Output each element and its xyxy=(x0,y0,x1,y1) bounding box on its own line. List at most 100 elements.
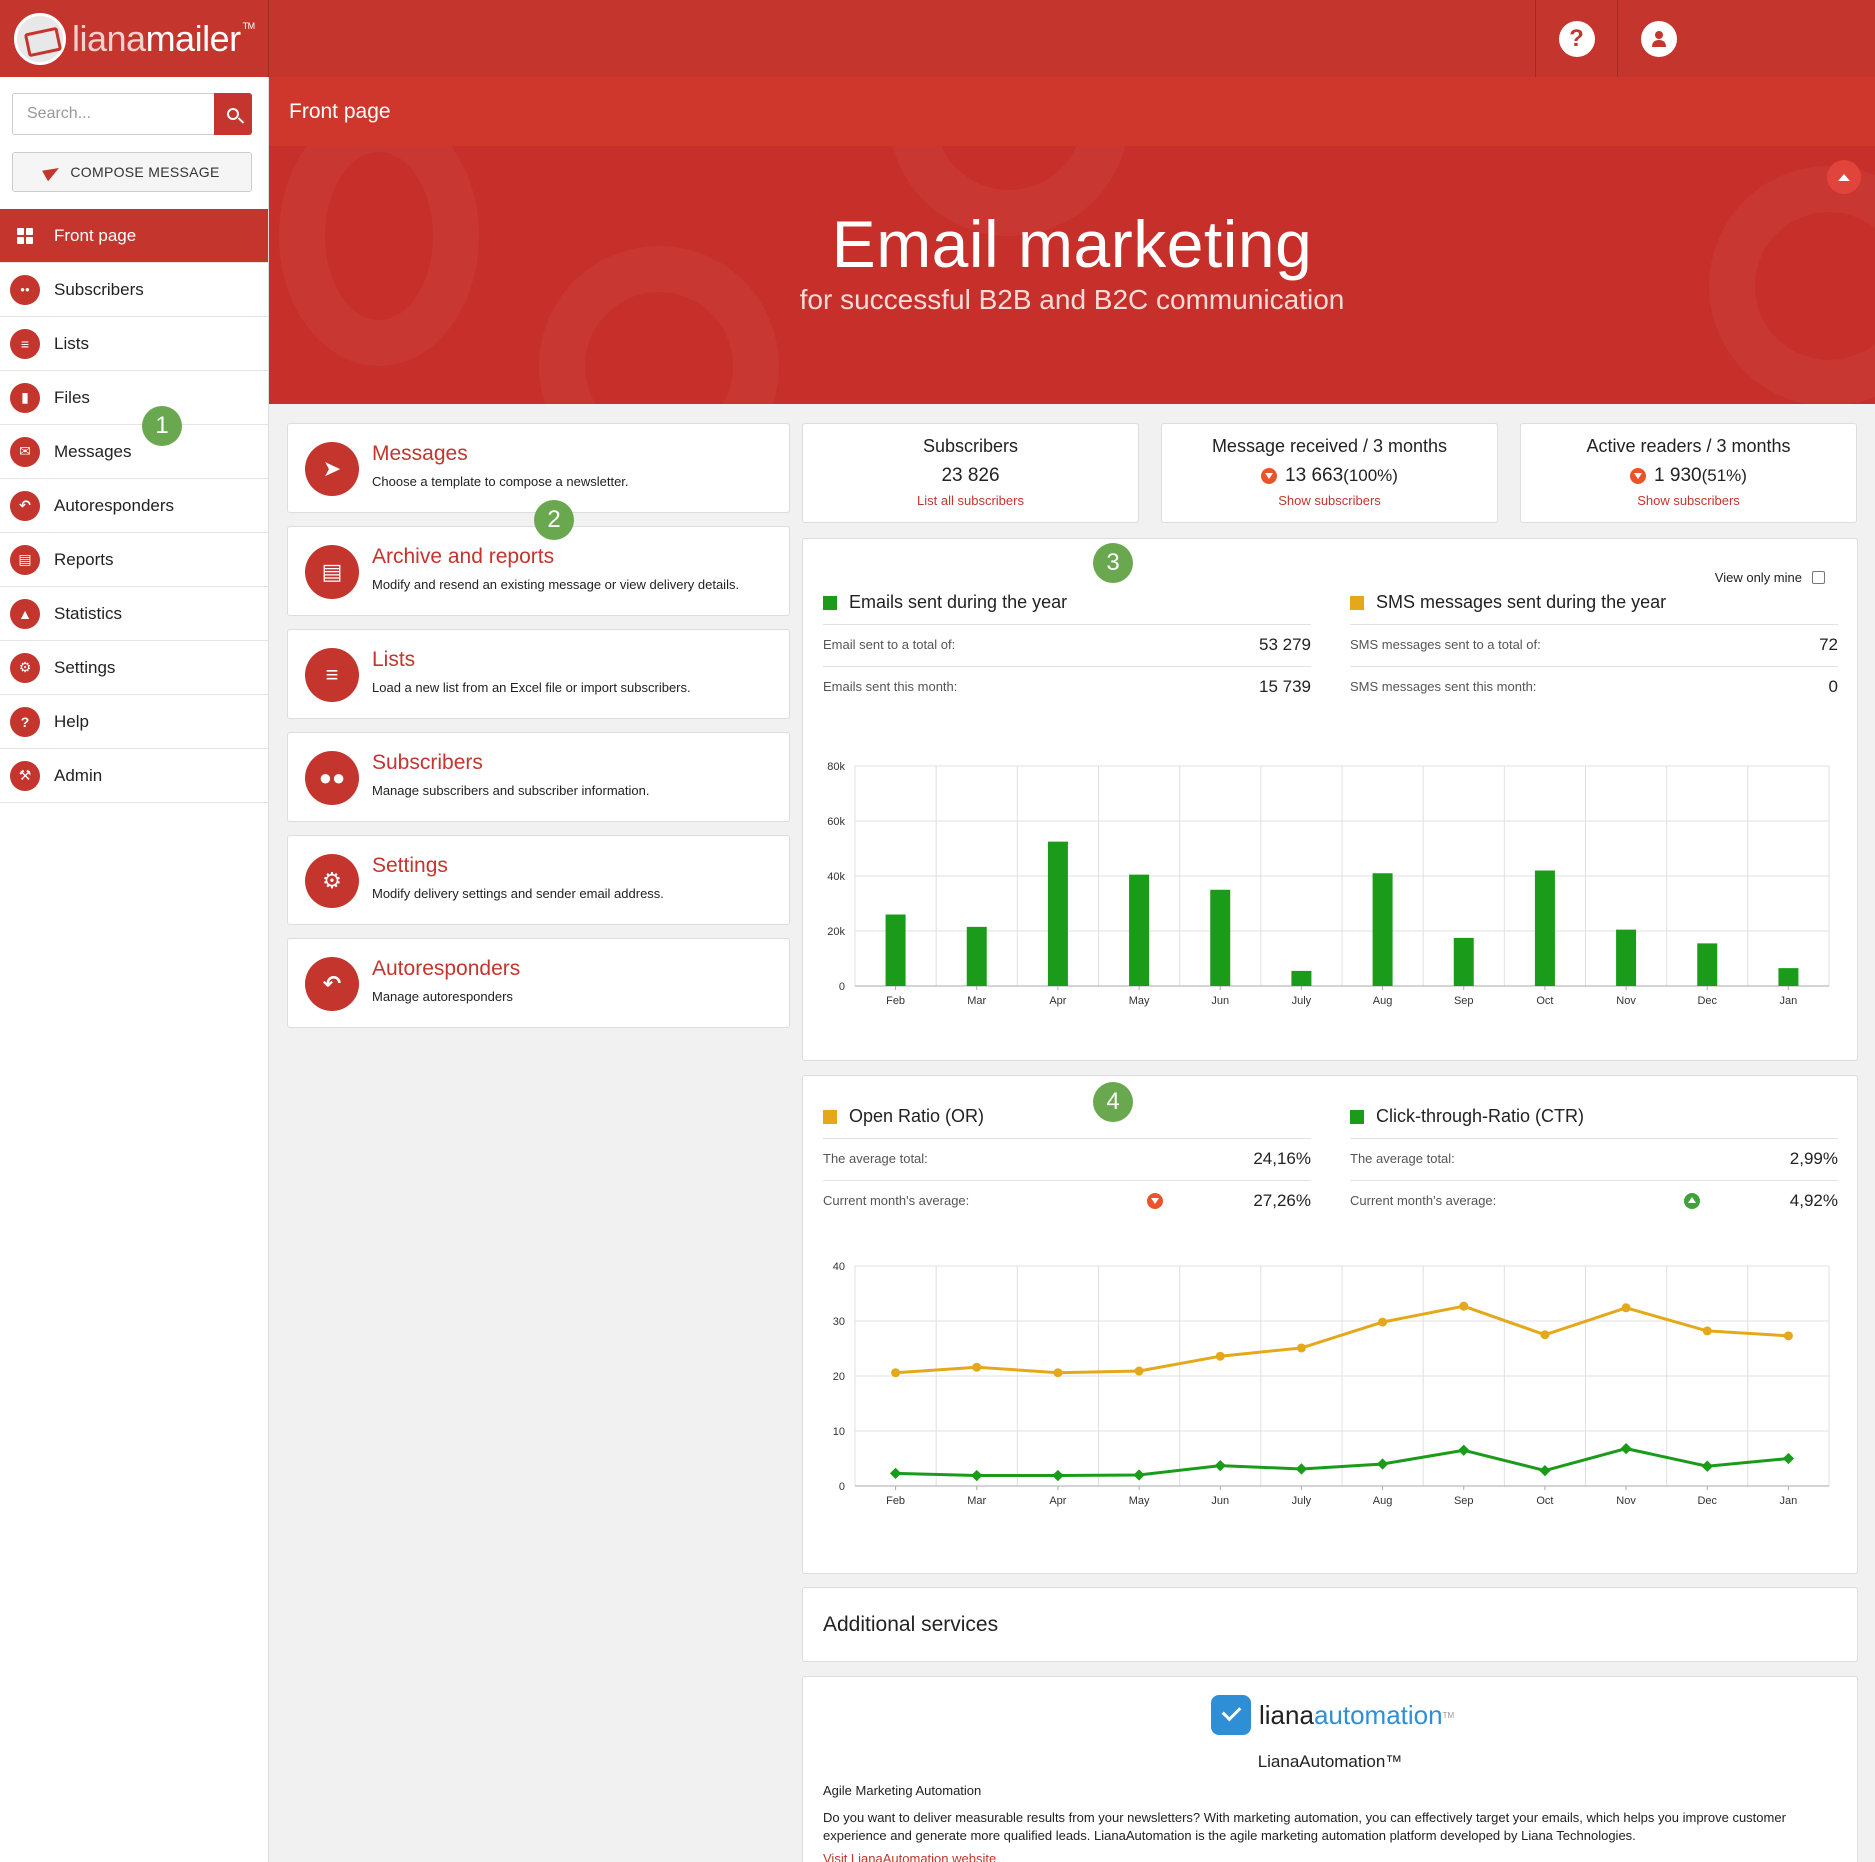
user-icon xyxy=(1640,20,1677,57)
sent-statistics-panel: View only mine Emails sent during the ye… xyxy=(802,538,1858,1061)
stat-link[interactable]: Show subscribers xyxy=(1162,493,1497,508)
sms-legend: SMS messages sent during the year xyxy=(1350,592,1666,613)
ctr-legend: Click-through-Ratio (CTR) xyxy=(1350,1106,1584,1127)
card-subscribers[interactable]: ●● Subscribers Manage subscribers and subs… xyxy=(287,732,790,822)
folder-icon: ▮ xyxy=(10,382,40,413)
sidebar-item-admin[interactable]: ⚒ Admin xyxy=(0,749,268,803)
ctr-point-nov xyxy=(1620,1442,1632,1455)
paper-plane-icon xyxy=(42,162,63,182)
sidebar-item-label: Messages xyxy=(54,441,132,461)
card-title[interactable]: Messages xyxy=(372,442,468,466)
compose-message-button[interactable]: COMPOSE MESSAGE xyxy=(12,152,252,192)
sidebar-item-messages[interactable]: ✉ Messages xyxy=(0,425,268,479)
card-autoresponders[interactable]: ↶ Autoresponders Manage autoresponders xyxy=(287,938,790,1028)
card-description: Modify and resend an existing message or… xyxy=(372,577,740,592)
ctr-average-row: The average total: 2,99% xyxy=(1350,1138,1838,1178)
lianaautomation-tagline: Agile Marketing Automation xyxy=(823,1783,982,1798)
ctr-month-row: Current month's average: 4,92% xyxy=(1350,1180,1838,1220)
sidebar-item-subscribers[interactable]: ●● Subscribers xyxy=(0,263,268,317)
view-only-mine-label: View only mine xyxy=(1714,570,1802,585)
x-tick-label: Jan xyxy=(1780,995,1798,1007)
sidebar-item-front-page[interactable]: Front page xyxy=(0,209,268,263)
x-tick-label: Dec xyxy=(1697,1495,1717,1507)
view-only-mine-checkbox[interactable] xyxy=(1812,571,1825,584)
x-tick-label: Aug xyxy=(1373,995,1393,1007)
view-only-mine-toggle[interactable]: View only mine xyxy=(1715,570,1825,585)
stat-value-row: 23 826 xyxy=(803,465,1138,487)
bar-aug xyxy=(1372,873,1393,986)
or-point-dec xyxy=(1702,1326,1712,1336)
trend-up-icon xyxy=(1683,1192,1700,1209)
x-tick-label: Jun xyxy=(1211,995,1229,1007)
sms-total-value: 72 xyxy=(1819,634,1838,654)
stat-link[interactable]: Show subscribers xyxy=(1521,493,1856,508)
hero-subtitle: for successful B2B and B2C communication xyxy=(799,284,1345,315)
card-title[interactable]: Lists xyxy=(372,648,415,672)
bar-july xyxy=(1291,970,1312,986)
search-button[interactable] xyxy=(214,93,252,135)
sidebar-item-files[interactable]: ▮ Files xyxy=(0,371,268,425)
bar-jan xyxy=(1778,968,1799,986)
step-badge-3: 3 xyxy=(1093,543,1133,583)
step-badge-1: 1 xyxy=(142,406,182,446)
emails-total-label: Email sent to a total of: xyxy=(823,637,956,652)
card-messages[interactable]: ➤ Messages Choose a template to compose a … xyxy=(287,423,790,513)
collapse-banner-button[interactable] xyxy=(1827,160,1861,194)
stat-value: 13 663 xyxy=(1285,465,1344,486)
card-lists[interactable]: ≡ Lists Load a new list from an Excel file… xyxy=(287,629,790,719)
x-tick-label: Nov xyxy=(1616,995,1636,1007)
ctr-point-mar xyxy=(971,1469,983,1482)
list-icon: ≡ xyxy=(305,648,359,702)
user-menu-button[interactable] xyxy=(1617,0,1699,77)
sidebar-item-statistics[interactable]: ▲ Statistics xyxy=(0,587,268,641)
sidebar-item-autoresponders[interactable]: ↶ Autoresponders xyxy=(0,479,268,533)
card-title[interactable]: Archive and reports xyxy=(372,545,554,569)
x-tick-label: May xyxy=(1129,995,1150,1007)
card-title[interactable]: Autoresponders xyxy=(372,957,520,981)
card-title[interactable]: Subscribers xyxy=(372,751,483,775)
visit-lianaautomation-link[interactable]: Visit LianaAutomation website xyxy=(823,1851,996,1862)
sms-legend-swatch xyxy=(1350,595,1364,610)
compose-label: COMPOSE MESSAGE xyxy=(70,164,220,180)
or-month-value: 27,26% xyxy=(1253,1190,1311,1210)
x-tick-label: May xyxy=(1129,1495,1150,1507)
stat-subscribers: Subscribers 23 826 List all subscribers xyxy=(802,423,1139,523)
card-settings[interactable]: ⚙ Settings Modify delivery settings and se… xyxy=(287,835,790,925)
stat-value: 23 826 xyxy=(941,465,1000,486)
or-month-cell: 27,26% xyxy=(1147,1191,1311,1211)
x-tick-label: Oct xyxy=(1536,1495,1553,1507)
sidebar-item-help[interactable]: ? Help xyxy=(0,695,268,749)
or-point-aug xyxy=(1378,1317,1388,1327)
lianaautomation-name: LianaAutomation™ xyxy=(1257,1752,1403,1771)
search-icon xyxy=(227,108,239,120)
paper-plane-icon: ➤ xyxy=(305,442,359,496)
ctr-title: Click-through-Ratio (CTR) xyxy=(1376,1106,1585,1126)
bar-sep xyxy=(1453,937,1474,986)
sidebar-item-reports[interactable]: ▤ Reports xyxy=(0,533,268,587)
card-archive-and-reports[interactable]: ▤ Archive and reports Modify and resend an… xyxy=(287,526,790,616)
y-tick-label: 40 xyxy=(833,1261,845,1273)
document-icon: ▤ xyxy=(305,545,359,599)
x-tick-label: July xyxy=(1292,1495,1312,1507)
x-tick-label: Dec xyxy=(1697,995,1717,1007)
lianamailer-logo[interactable]: lianamailer TM xyxy=(0,0,269,77)
y-tick-label: 30 xyxy=(833,1316,845,1328)
help-button[interactable]: ? xyxy=(1535,0,1617,77)
stat-link[interactable]: List all subscribers xyxy=(803,493,1138,508)
sidebar-item-settings[interactable]: ⚙ Settings xyxy=(0,641,268,695)
search-input[interactable] xyxy=(12,93,214,135)
y-tick-label: 10 xyxy=(833,1426,845,1438)
bar-apr xyxy=(1047,841,1068,986)
sidebar-item-lists[interactable]: ≡ Lists xyxy=(0,317,268,371)
card-title[interactable]: Settings xyxy=(372,854,448,878)
ctr-month-label: Current month's average: xyxy=(1350,1193,1497,1208)
ctr-point-sep xyxy=(1458,1444,1470,1456)
or-point-nov xyxy=(1621,1303,1631,1313)
emails-month-value: 15 739 xyxy=(1259,676,1311,696)
x-tick-label: Jun xyxy=(1211,1495,1229,1507)
x-tick-label: Feb xyxy=(886,995,905,1007)
card-description: Manage autoresponders xyxy=(372,989,513,1004)
trend-down-icon xyxy=(1147,1192,1164,1209)
or-average-row: The average total: 24,16% xyxy=(823,1138,1311,1178)
lianaautomation-card: liana automation TM LianaAutomation™ Agile… xyxy=(802,1676,1858,1862)
